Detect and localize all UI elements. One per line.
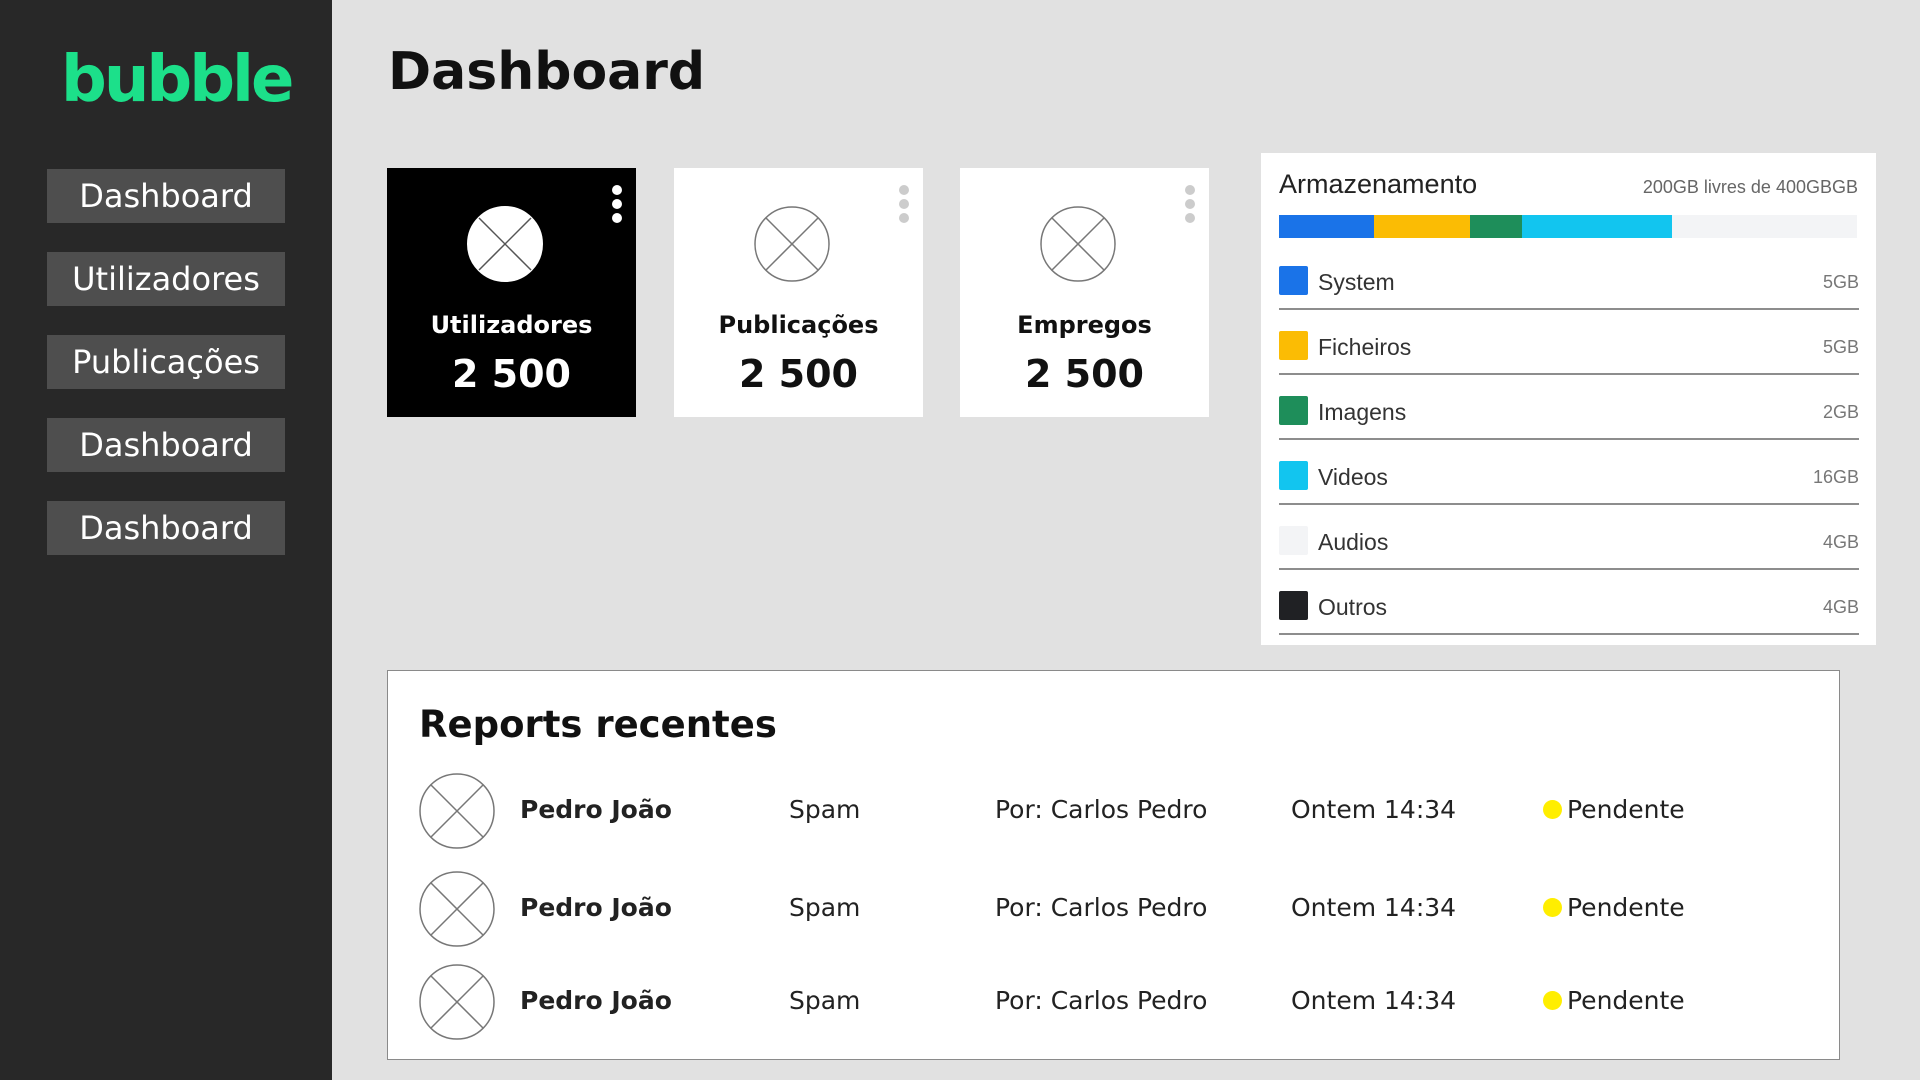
stat-card-value: 2 500 <box>739 352 858 396</box>
storage-usage-bar <box>1279 215 1857 238</box>
report-time: Ontem 14:34 <box>1291 986 1457 1015</box>
report-time: Ontem 14:34 <box>1291 795 1457 824</box>
avatar-placeholder-icon <box>419 773 495 849</box>
image-placeholder-icon <box>1040 206 1116 282</box>
color-swatch <box>1279 591 1308 620</box>
stat-card-label: Utilizadores <box>430 311 593 339</box>
report-status-label: Pendente <box>1567 893 1685 922</box>
report-type: Spam <box>789 893 861 922</box>
reports-panel: Reports recentes Pedro João Spam Por: Ca… <box>387 670 1840 1060</box>
sidebar-item-dashboard[interactable]: Dashboard <box>47 169 285 223</box>
report-time: Ontem 14:34 <box>1291 893 1457 922</box>
page-title: Dashboard <box>388 42 706 102</box>
bubble-logo[interactable]: bubble <box>61 44 294 116</box>
report-status: Pendente <box>1543 986 1685 1015</box>
storage-bar-segment <box>1374 215 1470 238</box>
storage-row-ficheiros: Ficheiros 5GB <box>1279 310 1859 375</box>
storage-capacity: 200GB livres de 400GBGB <box>1642 177 1858 197</box>
reports-title: Reports recentes <box>419 703 777 746</box>
report-author: Por: Carlos Pedro <box>995 893 1208 922</box>
report-user-name: Pedro João <box>520 795 672 824</box>
sidebar-item-dashboard-3[interactable]: Dashboard <box>47 501 285 555</box>
status-dot-icon <box>1543 800 1562 819</box>
report-status-label: Pendente <box>1567 986 1685 1015</box>
kebab-menu-icon[interactable] <box>610 184 624 224</box>
storage-bar-segment <box>1469 215 1522 238</box>
report-row[interactable]: Pedro João Spam Por: Carlos Pedro Ontem … <box>418 772 1818 852</box>
stat-card-label: Publicações <box>718 311 879 339</box>
storage-item-size: 2GB <box>1822 402 1859 422</box>
report-status: Pendente <box>1543 893 1685 922</box>
storage-title: Armazenamento <box>1279 169 1478 199</box>
storage-row-outros: Outros 4GB <box>1279 570 1859 635</box>
report-status: Pendente <box>1543 795 1685 824</box>
report-type: Spam <box>789 986 861 1015</box>
report-status-label: Pendente <box>1567 795 1685 824</box>
storage-item-size: 4GB <box>1822 532 1859 552</box>
image-placeholder-icon <box>467 206 543 282</box>
color-swatch <box>1279 396 1308 425</box>
storage-row-videos: Videos 16GB <box>1279 440 1859 505</box>
storage-bar-segment <box>1521 215 1672 238</box>
sidebar-item-dashboard-2[interactable]: Dashboard <box>47 418 285 472</box>
storage-bar-segment <box>1279 215 1375 238</box>
sidebar: bubble Dashboard Utilizadores Publicaçõe… <box>0 0 332 1080</box>
stat-card-empregos[interactable]: Empregos 2 500 <box>960 168 1209 417</box>
color-swatch <box>1279 526 1308 555</box>
storage-row-system: System 5GB <box>1279 245 1859 310</box>
report-row[interactable]: Pedro João Spam Por: Carlos Pedro Ontem … <box>418 870 1818 950</box>
storage-item-name: System <box>1318 269 1395 295</box>
status-dot-icon <box>1543 991 1562 1010</box>
sidebar-item-publicacoes[interactable]: Publicações <box>47 335 285 389</box>
storage-item-size: 5GB <box>1822 272 1859 292</box>
report-author: Por: Carlos Pedro <box>995 795 1208 824</box>
color-swatch <box>1279 266 1308 295</box>
kebab-menu-icon[interactable] <box>897 184 911 224</box>
stat-card-value: 2 500 <box>1025 352 1144 396</box>
stat-card-utilizadores[interactable]: Utilizadores 2 500 <box>387 168 636 417</box>
storage-panel: Armazenamento 200GB livres de 400GBGB Sy… <box>1261 153 1876 645</box>
avatar-placeholder-icon <box>419 871 495 947</box>
report-type: Spam <box>789 795 861 824</box>
report-row[interactable]: Pedro João Spam Por: Carlos Pedro Ontem … <box>418 963 1818 1043</box>
kebab-menu-icon[interactable] <box>1183 184 1197 224</box>
storage-item-name: Audios <box>1318 529 1389 555</box>
stat-card-label: Empregos <box>1017 311 1152 339</box>
storage-item-size: 4GB <box>1822 597 1859 617</box>
storage-row-imagens: Imagens 2GB <box>1279 375 1859 440</box>
stat-card-publicacoes[interactable]: Publicações 2 500 <box>674 168 923 417</box>
report-user-name: Pedro João <box>520 986 672 1015</box>
storage-item-name: Imagens <box>1318 399 1407 425</box>
storage-item-size: 16GB <box>1812 467 1859 487</box>
report-user-name: Pedro João <box>520 893 672 922</box>
sidebar-item-utilizadores[interactable]: Utilizadores <box>47 252 285 306</box>
image-placeholder-icon <box>754 206 830 282</box>
stat-card-value: 2 500 <box>452 352 571 396</box>
status-dot-icon <box>1543 898 1562 917</box>
storage-item-size: 5GB <box>1822 337 1859 357</box>
report-author: Por: Carlos Pedro <box>995 986 1208 1015</box>
storage-item-name: Ficheiros <box>1318 334 1412 360</box>
avatar-placeholder-icon <box>419 964 495 1040</box>
storage-item-name: Outros <box>1318 594 1388 620</box>
color-swatch <box>1279 461 1308 490</box>
color-swatch <box>1279 331 1308 360</box>
storage-item-name: Videos <box>1318 464 1388 490</box>
storage-row-audios: Audios 4GB <box>1279 505 1859 570</box>
